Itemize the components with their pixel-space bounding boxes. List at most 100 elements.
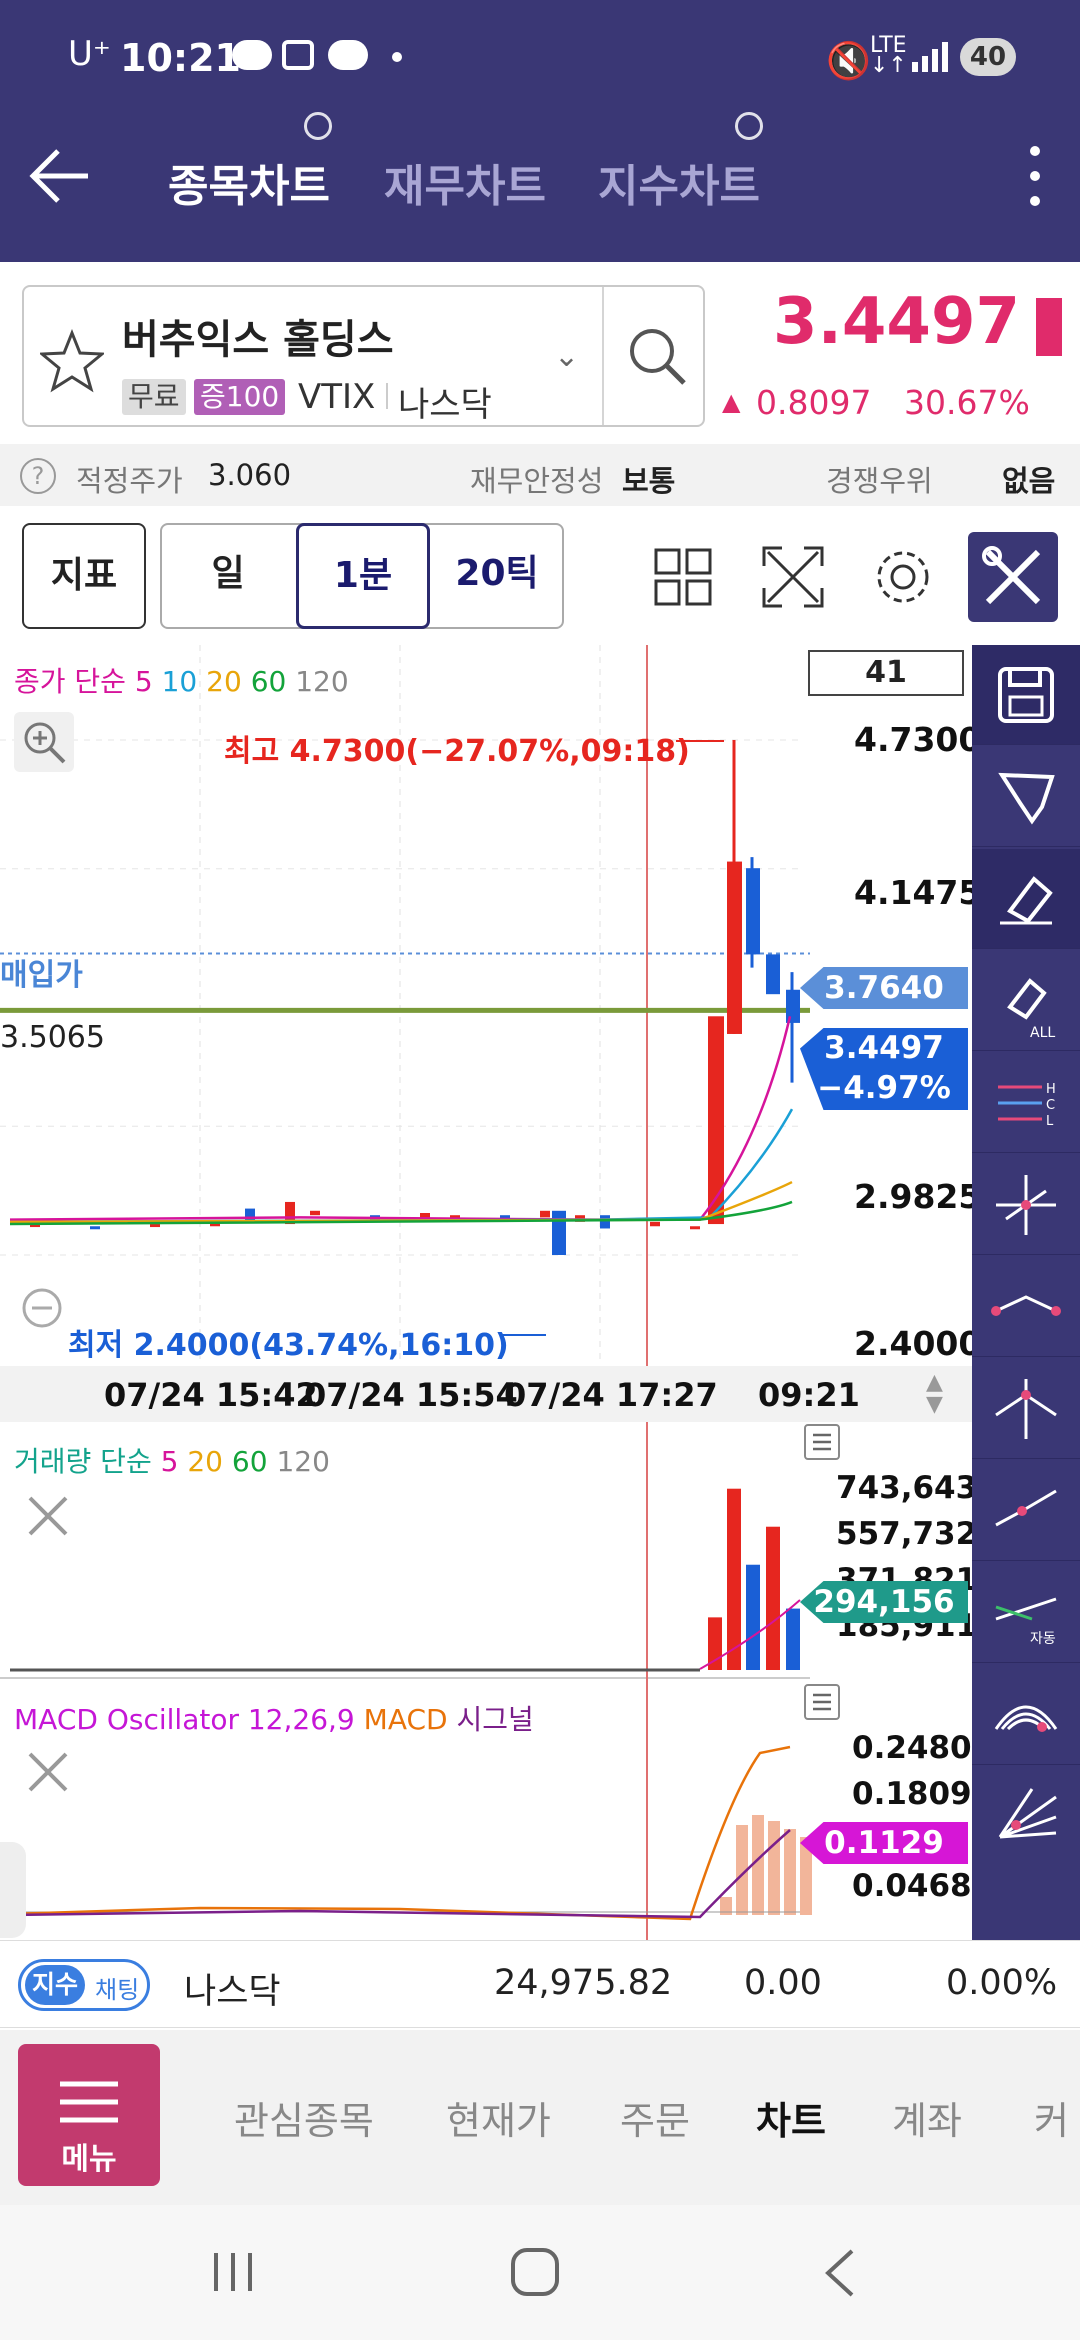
x-tick: 07/24 15:42 <box>104 1376 318 1414</box>
period-day-button[interactable]: 일 <box>160 523 296 629</box>
buy-price-tag: 3.7640 <box>800 967 968 1009</box>
crosshair-icon[interactable] <box>972 1155 1080 1255</box>
tab-index-chart[interactable]: 지수차트 <box>598 150 760 214</box>
svg-text:자동: 자동 <box>1030 1631 1056 1647</box>
chart-area[interactable] <box>0 645 972 1940</box>
lte-icon: LTE ↓↑ <box>870 33 907 78</box>
stock-market: 나스닥 <box>398 385 492 425</box>
settings-gear-icon[interactable] <box>872 546 934 608</box>
nav-more[interactable]: 커 <box>1034 2090 1069 2145</box>
svg-text:H: H <box>1046 1082 1056 1097</box>
period-tick-button[interactable]: 20틱 <box>430 523 564 629</box>
mute-icon: 🔇 <box>826 41 871 82</box>
index-ticker-row[interactable]: 지수 채팅 나스닥 24,975.82 0.00 0.00% <box>0 1940 1080 2028</box>
x-axis: 07/24 15:42 07/24 15:54 07/24 17:27 09:2… <box>0 1366 972 1422</box>
volume-legend: 거래량 단순 5 20 60 120 <box>14 1440 330 1480</box>
resize-handle-icon[interactable]: ▲ ▼ <box>926 1372 943 1416</box>
indicator-button[interactable]: 지표 <box>22 523 146 629</box>
divider <box>386 383 388 409</box>
free-badge: 무료 <box>122 379 186 415</box>
battery-icon: 40 <box>960 38 1016 76</box>
nav-chart[interactable]: 차트 <box>756 2090 826 2145</box>
auto-trend-icon[interactable]: 자동 <box>972 1563 1080 1663</box>
svg-text:C: C <box>1046 1098 1055 1113</box>
volume-menu-icon[interactable] <box>804 1424 840 1460</box>
copy-icon <box>735 112 763 140</box>
index-chat-toggle[interactable]: 지수 채팅 <box>18 1959 150 2011</box>
dot-icon <box>392 52 402 62</box>
menu-button[interactable]: 메뉴 <box>18 2044 160 2186</box>
fullscreen-icon[interactable] <box>762 546 824 608</box>
buy-price-label: 매입가 <box>0 958 83 993</box>
star-icon[interactable] <box>38 328 106 393</box>
search-icon[interactable] <box>624 323 690 389</box>
period-minute-button[interactable]: 1분 <box>296 523 430 629</box>
nav-watchlist[interactable]: 관심종목 <box>234 2090 374 2145</box>
x-tick: 07/24 17:27 <box>504 1376 718 1414</box>
fair-price-value: 3.060 <box>208 458 292 492</box>
trendline-icon[interactable] <box>972 1461 1080 1561</box>
volume-legend-ma20: 20 <box>187 1445 223 1478</box>
shape-icon[interactable] <box>972 747 1080 847</box>
candle <box>650 1221 660 1227</box>
hlc-line-icon[interactable]: HCL <box>972 1053 1080 1153</box>
candle <box>540 1210 550 1218</box>
chevron-down-icon[interactable]: ⌄ <box>554 339 579 374</box>
ma20-line <box>9 1180 793 1224</box>
help-icon[interactable]: ? <box>20 458 56 494</box>
legend-title: 종가 단순 <box>14 665 126 698</box>
nav-account[interactable]: 계좌 <box>892 2090 962 2145</box>
back-icon[interactable] <box>816 2245 866 2301</box>
volume-legend-ma5: 5 <box>160 1445 179 1478</box>
zoom-out-icon[interactable] <box>14 1280 74 1340</box>
stock-selector[interactable]: 버추익스 홀딩스 ⌄ 무료 증100 VTIX 나스닥 <box>22 285 705 427</box>
stability-label: 재무안정성 <box>470 464 604 498</box>
current-price: 3.4497 <box>773 285 1020 359</box>
macd-menu-icon[interactable] <box>804 1684 840 1720</box>
grid-layout-icon[interactable] <box>654 548 712 606</box>
recent-apps-icon[interactable] <box>208 2247 258 2297</box>
price-change-pct: 30.67% <box>904 383 1030 422</box>
index-change: 0.00 <box>744 1963 822 2003</box>
zoom-in-icon[interactable] <box>14 712 74 772</box>
close-volume-icon[interactable] <box>18 1486 78 1546</box>
nav-current-price[interactable]: 현재가 <box>446 2090 551 2145</box>
nav-order[interactable]: 주문 <box>620 2090 690 2145</box>
volume-legend-ma120: 120 <box>276 1445 330 1478</box>
svg-text:ALL: ALL <box>1030 1025 1055 1041</box>
valuation-row: ? 적정주가 3.060 재무안정성 보통 경쟁우위 없음 <box>0 444 1080 506</box>
back-arrow-icon[interactable] <box>28 145 90 207</box>
more-options-icon[interactable] <box>1030 146 1040 206</box>
arc-fan-icon[interactable] <box>972 1665 1080 1765</box>
candle <box>708 1016 724 1225</box>
candle <box>150 1224 160 1228</box>
current-price-tag-value: 3.4497 <box>824 1030 944 1066</box>
drawing-tools-button[interactable] <box>968 532 1058 622</box>
erase-all-icon[interactable]: ALL <box>972 951 1080 1051</box>
y-tick: 2.4000 <box>854 1324 982 1363</box>
side-drawer-handle[interactable] <box>0 1842 26 1938</box>
tab-stock-chart[interactable]: 종목차트 <box>168 150 330 214</box>
low-annotation: 최저 2.4000(43.74%,16:10) <box>68 1328 509 1363</box>
divider <box>602 287 604 425</box>
signal-line <box>9 1829 791 1919</box>
home-icon[interactable] <box>508 2245 564 2301</box>
volume-bar <box>766 1526 780 1670</box>
stock-name: 버추익스 홀딩스 <box>122 317 394 363</box>
x-tick: 07/24 15:54 <box>304 1376 518 1414</box>
eraser-icon[interactable] <box>972 849 1080 949</box>
trend-angle-icon[interactable] <box>972 1257 1080 1357</box>
x-tick: 09:21 <box>758 1376 860 1414</box>
tab-financial-chart[interactable]: 재무차트 <box>384 150 546 214</box>
price-change: 0.8097 <box>756 383 872 422</box>
candle <box>90 1226 100 1230</box>
macd-line <box>9 1745 791 1921</box>
macd-legend: MACD Oscillator 12,26,9 MACD 시그널 <box>14 1698 534 1738</box>
competitive-label: 경쟁우위 <box>826 464 933 498</box>
save-icon[interactable] <box>972 645 1080 745</box>
volume-tick: 743,643 <box>836 1470 978 1506</box>
chat-badge: 채팅 <box>95 1976 140 2004</box>
close-macd-icon[interactable] <box>18 1742 78 1802</box>
gann-fan-icon[interactable] <box>972 1767 1080 1867</box>
pivot-icon[interactable] <box>972 1359 1080 1459</box>
